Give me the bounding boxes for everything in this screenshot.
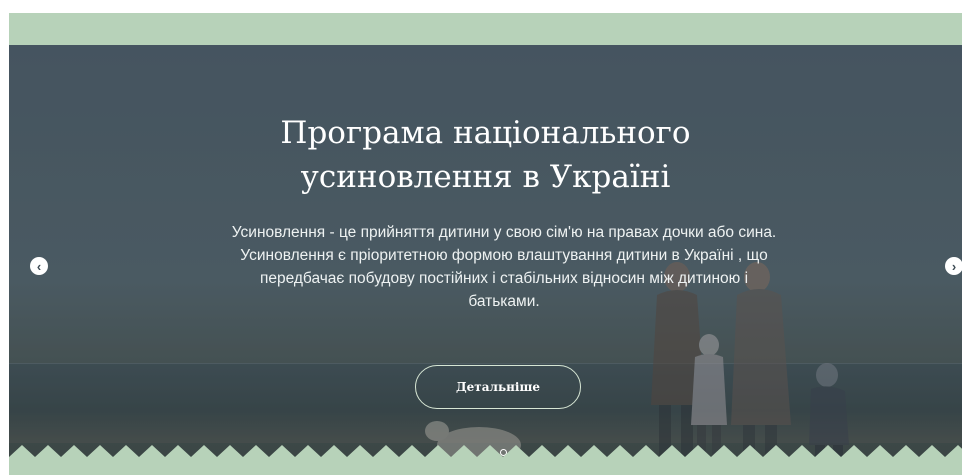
hero-description-line: передбачає побудову постійних і стабільн… [259,270,749,287]
hero-description-line: батьками. [468,293,540,310]
hero-description: Усиновлення - це прийняття дитини у свою… [209,221,799,313]
chevron-left-icon: ‹ [36,258,42,274]
hero-section: Програма національного усиновлення в Укр… [9,13,962,475]
carousel-prev-button[interactable]: ‹ [30,257,48,275]
hero-title-line: усиновлення в Україні [300,159,671,195]
chevron-right-icon: › [951,258,957,274]
hero-description-line: Усиновлення - це прийняття дитини у свою… [231,224,777,241]
bottom-zigzag-border [9,445,962,475]
hero-title-line: Програма національного [280,115,691,151]
top-decorative-band [9,13,962,45]
hero-title: Програма національного усиновлення в Укр… [9,111,962,199]
hero-slider: Програма національного усиновлення в Укр… [9,45,962,475]
carousel-next-button[interactable]: › [945,257,962,275]
hero-description-line: Усиновлення є пріоритетною формою влашту… [240,247,768,264]
more-details-button[interactable]: Детальніше [415,365,581,409]
